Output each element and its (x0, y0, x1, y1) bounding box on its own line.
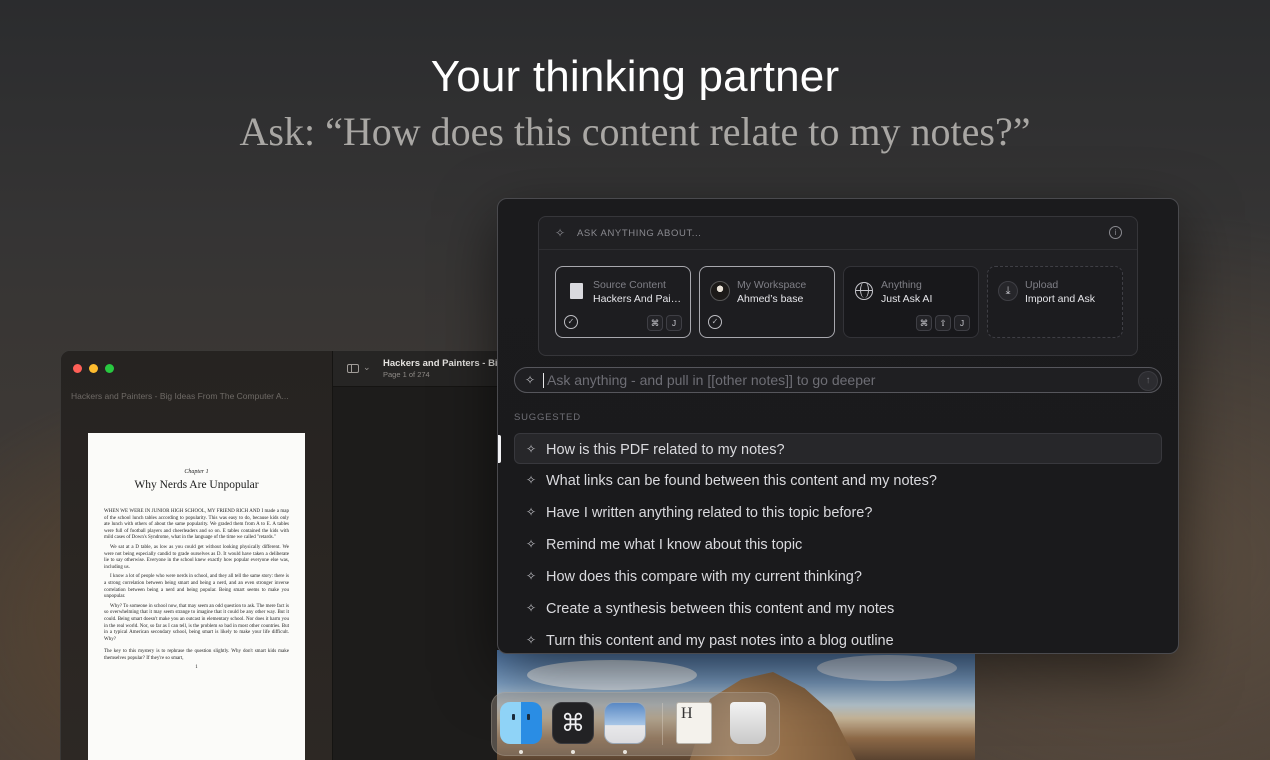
source-option-my-workspace[interactable]: My Workspace Ahmed’s base ✓ (699, 266, 835, 338)
headline: Your thinking partner (430, 52, 840, 101)
suggestion-text: How does this compare with my current th… (546, 569, 862, 585)
ask-panel: ✧ ASK ANYTHING ABOUT... i Source Content… (497, 198, 1179, 654)
shortcut-keys: ⌘ J (647, 315, 682, 331)
page-paragraph: Why? To someone in school now, that may … (104, 603, 289, 642)
minimize-window-button[interactable] (89, 364, 98, 373)
running-indicator (519, 750, 523, 754)
sidebar-toggle-button[interactable]: ⌄ (347, 362, 371, 375)
source-subtitle: Ahmed’s base (737, 293, 804, 305)
sidebar-filename[interactable]: Hackers and Painters - Big Ideas From Th… (71, 391, 321, 401)
suggestion-text: Turn this content and my past notes into… (546, 633, 894, 649)
subheadline: Ask: “How does this content relate to my… (239, 109, 1031, 154)
globe-icon (854, 281, 874, 301)
shortcut-key: J (954, 315, 970, 331)
sparkle-icon: ✧ (525, 373, 536, 387)
source-title: My Workspace (737, 279, 807, 291)
upload-icon: ⤓ (998, 281, 1018, 301)
running-indicator (623, 750, 627, 754)
source-title: Upload (1025, 279, 1059, 291)
page-title: Why Nerds Are Unpopular (134, 479, 259, 491)
page-paragraph: We sat at a D table, as low as you could… (104, 544, 289, 570)
page-paragraph: The key to this mystery is to rephrase t… (104, 649, 289, 661)
dock-separator (662, 703, 663, 745)
suggestion-text: Create a synthesis between this content … (546, 601, 895, 617)
avatar-icon (710, 281, 730, 301)
page-paragraph: WHEN WE WERE IN JUNIOR HIGH SCHOOL, MY F… (104, 509, 289, 541)
preview-icon[interactable] (604, 702, 646, 744)
send-button[interactable]: ↑ (1138, 371, 1158, 391)
sparkle-icon: ✧ (526, 473, 537, 487)
document-title: Hackers and Painters - Big (383, 358, 504, 369)
sidebar-icon (347, 364, 359, 373)
zoom-window-button[interactable] (105, 364, 114, 373)
source-title: Source Content (593, 279, 666, 291)
suggested-label: SUGGESTED (514, 412, 581, 423)
sparkle-icon: ✧ (526, 442, 537, 456)
source-subtitle: Hackers And Painters - Big Ideas (593, 293, 685, 305)
suggestion-text: What links can be found between this con… (546, 473, 937, 489)
suggestion-list: ✧ How is this PDF related to my notes? ✧… (514, 433, 1162, 653)
suggestion-text: Have I written anything related to this … (546, 505, 873, 521)
dock: ⌘ H (491, 692, 780, 756)
sparkle-icon: ✧ (526, 633, 537, 647)
source-option-anything[interactable]: Anything Just Ask AI ⌘ ⇧ J (843, 266, 979, 338)
active-suggestion-indicator (498, 435, 501, 463)
suggestion-item[interactable]: ✧ Remind me what I know about this topic (514, 528, 1162, 560)
page-body: WHEN WE WERE IN JUNIOR HIGH SCHOOL, MY F… (104, 509, 289, 662)
document-icon (566, 281, 586, 301)
shortcut-keys: ⌘ ⇧ J (916, 315, 970, 331)
shortcut-key: ⇧ (935, 315, 951, 331)
source-subtitle: Import and Ask (1025, 293, 1096, 305)
source-title: Anything (881, 279, 922, 291)
info-icon[interactable]: i (1109, 226, 1122, 239)
shortcut-key: J (666, 315, 682, 331)
checkmark-icon: ✓ (708, 315, 722, 329)
finder-icon[interactable] (500, 702, 542, 744)
document-icon[interactable]: H (676, 702, 712, 744)
ask-input[interactable] (547, 369, 1107, 391)
sparkle-icon: ✧ (526, 601, 537, 615)
page-number: 1 (195, 665, 198, 671)
suggestion-text: How is this PDF related to my notes? (546, 442, 785, 458)
suggestion-item[interactable]: ✧ What links can be found between this c… (514, 464, 1162, 496)
suggestion-item[interactable]: ✧ How is this PDF related to my notes? (514, 433, 1162, 464)
ask-input-container: ✧ (514, 367, 1162, 393)
context-selector: ✧ ASK ANYTHING ABOUT... i Source Content… (538, 216, 1138, 356)
close-window-button[interactable] (73, 364, 82, 373)
window-controls (73, 364, 114, 373)
context-header: ✧ ASK ANYTHING ABOUT... i (539, 217, 1137, 250)
source-option-upload[interactable]: ⤓ Upload Import and Ask (987, 266, 1123, 338)
text-caret (543, 373, 544, 388)
suggestion-item[interactable]: ✧ Turn this content and my past notes in… (514, 624, 1162, 653)
shortcut-key: ⌘ (647, 315, 663, 331)
sparkle-icon: ✧ (555, 226, 566, 240)
pdf-page-thumbnail[interactable]: Chapter 1 Why Nerds Are Unpopular WHEN W… (88, 433, 305, 760)
suggestion-item[interactable]: ✧ Create a synthesis between this conten… (514, 592, 1162, 624)
sparkle-icon: ✧ (526, 569, 537, 583)
sparkle-icon: ✧ (526, 505, 537, 519)
source-subtitle: Just Ask AI (881, 293, 933, 305)
source-option-source-content[interactable]: Source Content Hackers And Painters - Bi… (555, 266, 691, 338)
document-page-count: Page 1 of 274 (383, 370, 430, 379)
sparkle-icon: ✧ (526, 537, 537, 551)
running-indicator (571, 750, 575, 754)
suggestion-item[interactable]: ✧ How does this compare with my current … (514, 560, 1162, 592)
suggestion-item[interactable]: ✧ Have I written anything related to thi… (514, 496, 1162, 528)
page-chapter: Chapter 1 (184, 469, 209, 475)
chevron-down-icon: ⌄ (363, 362, 371, 372)
shortcut-key: ⌘ (916, 315, 932, 331)
reader-sidebar: Hackers and Painters - Big Ideas From Th… (61, 351, 333, 760)
context-header-label: ASK ANYTHING ABOUT... (577, 228, 702, 239)
trash-icon[interactable] (730, 702, 766, 744)
command-app-icon[interactable]: ⌘ (552, 702, 594, 744)
page-paragraph: I know a lot of people who were nerds in… (104, 574, 289, 600)
checkmark-icon: ✓ (564, 315, 578, 329)
suggestion-text: Remind me what I know about this topic (546, 537, 803, 553)
